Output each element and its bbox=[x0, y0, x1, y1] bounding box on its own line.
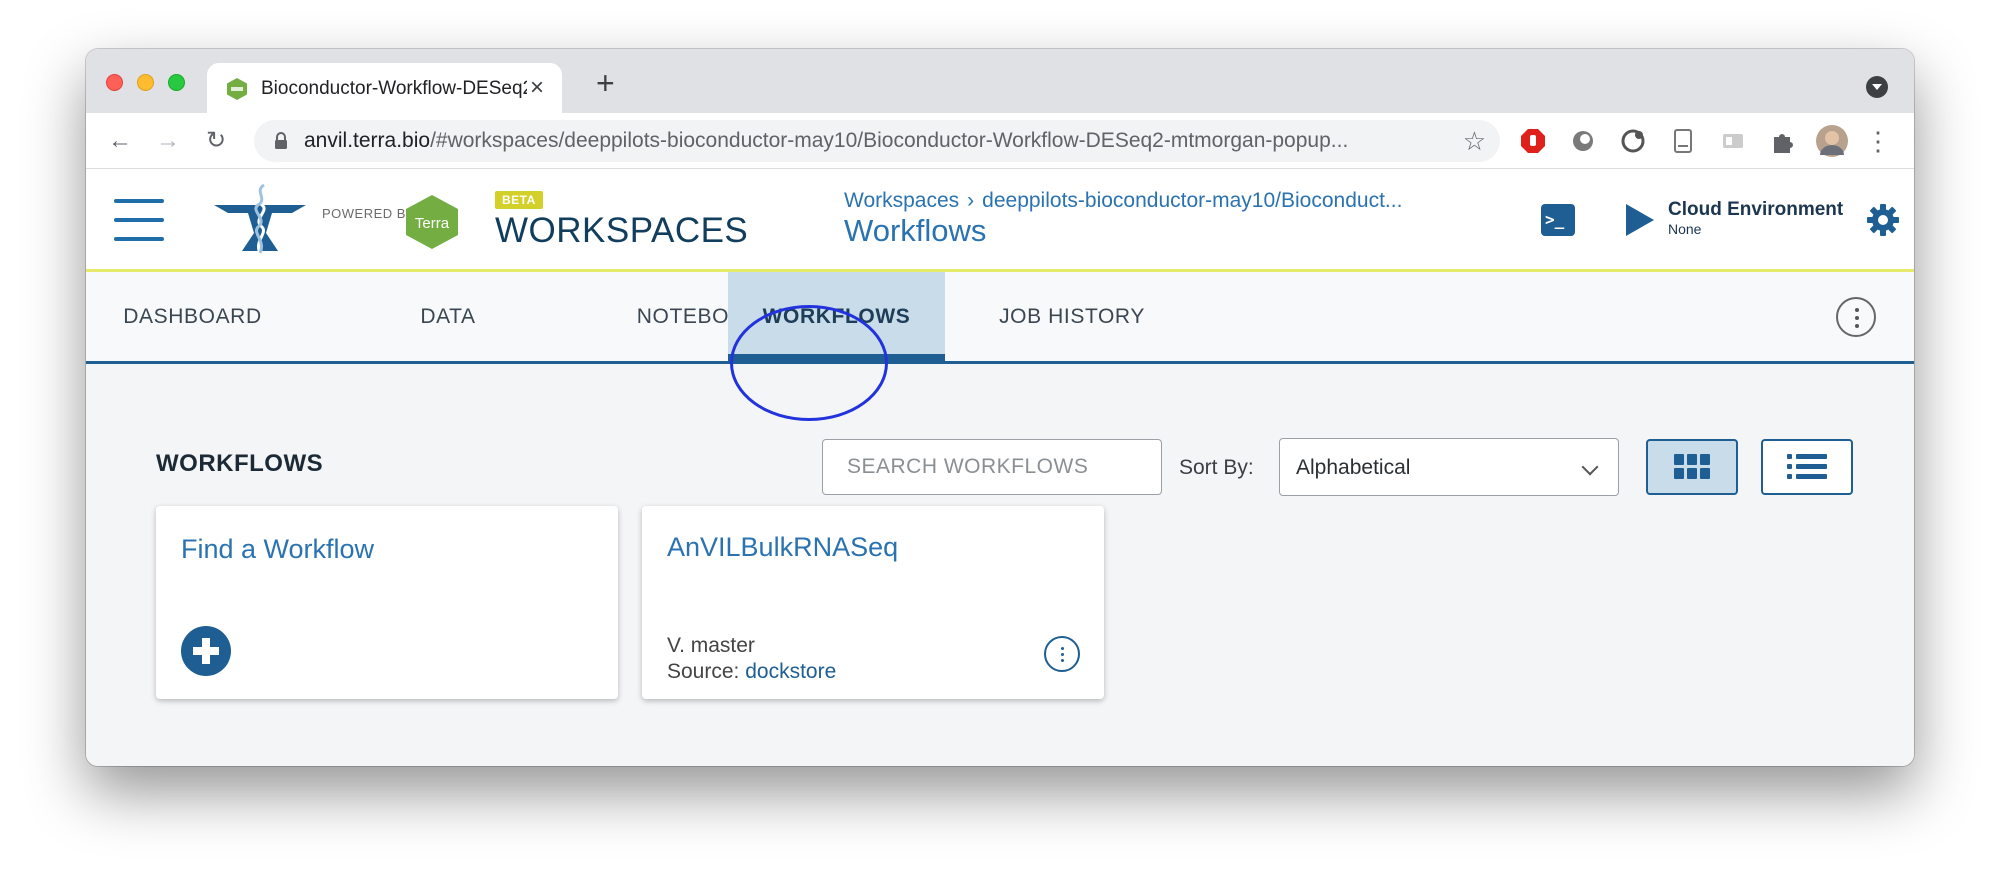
beta-badge: BETA bbox=[495, 191, 543, 209]
breadcrumb-workspace-link[interactable]: deeppilots-bioconductor-may10/Bioconduct… bbox=[982, 189, 1402, 212]
cloud-environment-status: None bbox=[1668, 221, 1702, 237]
bookmark-star-icon[interactable]: ☆ bbox=[1463, 126, 1486, 156]
puzzle-extensions-icon[interactable] bbox=[1770, 128, 1796, 154]
new-tab-icon[interactable]: + bbox=[596, 67, 615, 99]
close-window-button[interactable] bbox=[106, 74, 123, 91]
workflow-menu-icon[interactable] bbox=[1044, 636, 1080, 672]
address-bar[interactable]: anvil.terra.bio/#workspaces/deeppilots-b… bbox=[254, 120, 1500, 162]
url-path: /#workspaces/deeppilots-bioconductor-may… bbox=[430, 129, 1349, 152]
adblock-extension-icon[interactable] bbox=[1520, 128, 1546, 154]
anvil-logo bbox=[214, 183, 306, 254]
add-workflow-plus-icon[interactable] bbox=[181, 626, 231, 676]
find-workflow-title[interactable]: Find a Workflow bbox=[181, 534, 374, 565]
terminal-icon[interactable]: >_ bbox=[1541, 204, 1575, 236]
search-input[interactable] bbox=[822, 439, 1162, 495]
app-title: WORKSPACES bbox=[495, 211, 749, 250]
browser-tab-strip: Bioconductor-Workflow-DESeq2-mtmorgan-po… bbox=[86, 49, 1914, 113]
reload-icon[interactable]: ↻ bbox=[202, 127, 230, 155]
avatar[interactable] bbox=[1816, 125, 1848, 157]
breadcrumb-separator: › bbox=[967, 189, 975, 212]
chrome-menu-icon[interactable]: ⋮ bbox=[1864, 127, 1892, 155]
workflow-source-link[interactable]: dockstore bbox=[745, 660, 836, 683]
play-icon[interactable] bbox=[1626, 204, 1654, 236]
browser-toolbar: ← → ↻ anvil.terra.bio/#workspaces/deeppi… bbox=[86, 113, 1914, 169]
list-view-button[interactable] bbox=[1761, 439, 1853, 495]
document-extension-icon[interactable] bbox=[1670, 128, 1696, 154]
workspace-tabs: DASHBOARD DATA NOTEBOOKS WORKFLOWS JOB H… bbox=[86, 272, 1914, 364]
chevron-down-icon bbox=[1581, 458, 1599, 476]
terra-logo: Terra bbox=[406, 195, 458, 249]
workflow-name[interactable]: AnVILBulkRNASeq bbox=[667, 532, 898, 563]
refresh-extension-icon[interactable] bbox=[1620, 128, 1646, 154]
workspace-menu-icon[interactable] bbox=[1836, 297, 1876, 337]
list-icon bbox=[1787, 454, 1827, 479]
cloud-environment-label[interactable]: Cloud Environment bbox=[1668, 199, 1843, 221]
app-header: POWERED BY Terra BETA WORKSPACES Workspa… bbox=[86, 169, 1914, 272]
back-arrow-icon[interactable]: ← bbox=[106, 127, 134, 155]
tab-search-icon[interactable] bbox=[1866, 76, 1888, 98]
grid-view-button[interactable] bbox=[1646, 439, 1738, 495]
sort-select[interactable]: Alphabetical bbox=[1279, 438, 1619, 496]
maximize-window-button[interactable] bbox=[168, 74, 185, 91]
tab-job-history[interactable]: JOB HISTORY bbox=[972, 272, 1172, 361]
circle-extension-icon[interactable] bbox=[1570, 128, 1596, 154]
workflow-source: Source: dockstore bbox=[667, 660, 836, 684]
powered-by-label: POWERED BY bbox=[322, 206, 416, 221]
gear-icon[interactable] bbox=[1866, 203, 1900, 237]
find-workflow-card[interactable]: Find a Workflow bbox=[156, 506, 618, 699]
browser-window: Bioconductor-Workflow-DESeq2-mtmorgan-po… bbox=[86, 49, 1914, 766]
tab-workflows[interactable]: WORKFLOWS bbox=[728, 272, 945, 364]
breadcrumb-workspaces-link[interactable]: Workspaces bbox=[844, 189, 959, 212]
breadcrumb: Workspaces › deeppilots-bioconductor-may10… bbox=[844, 189, 1402, 213]
workflow-source-label: Source: bbox=[667, 660, 740, 683]
workflows-panel: WORKFLOWS Sort By: Alphabetical bbox=[86, 364, 1914, 766]
sort-label: Sort By: bbox=[1179, 456, 1254, 479]
tab-dashboard[interactable]: DASHBOARD bbox=[86, 272, 299, 361]
hamburger-menu-icon[interactable] bbox=[114, 199, 164, 241]
forward-arrow-icon[interactable]: → bbox=[154, 127, 182, 155]
sort-value: Alphabetical bbox=[1296, 456, 1411, 479]
url-host: anvil.terra.bio bbox=[304, 129, 431, 152]
browser-tab[interactable]: Bioconductor-Workflow-DESeq2-mtmorgan-po… bbox=[207, 63, 562, 113]
tab-title: Bioconductor-Workflow-DESeq2-mtmorgan-po… bbox=[261, 78, 527, 99]
terra-favicon-icon bbox=[227, 78, 247, 100]
minimize-window-button[interactable] bbox=[137, 74, 154, 91]
grid-icon bbox=[1674, 454, 1710, 479]
terra-logo-text: Terra bbox=[415, 215, 450, 232]
close-tab-icon[interactable]: × bbox=[530, 74, 544, 102]
url-text: anvil.terra.bio/#workspaces/deeppilots-b… bbox=[304, 129, 1434, 153]
page-title: Workflows bbox=[844, 213, 987, 248]
section-title: WORKFLOWS bbox=[156, 450, 324, 477]
lock-icon bbox=[275, 132, 287, 149]
bib-extension-icon[interactable] bbox=[1720, 128, 1746, 154]
workflow-card[interactable]: AnVILBulkRNASeq V. master Source: dockst… bbox=[642, 506, 1104, 699]
workflow-version: V. master bbox=[667, 634, 755, 657]
tab-data[interactable]: DATA bbox=[403, 272, 493, 361]
